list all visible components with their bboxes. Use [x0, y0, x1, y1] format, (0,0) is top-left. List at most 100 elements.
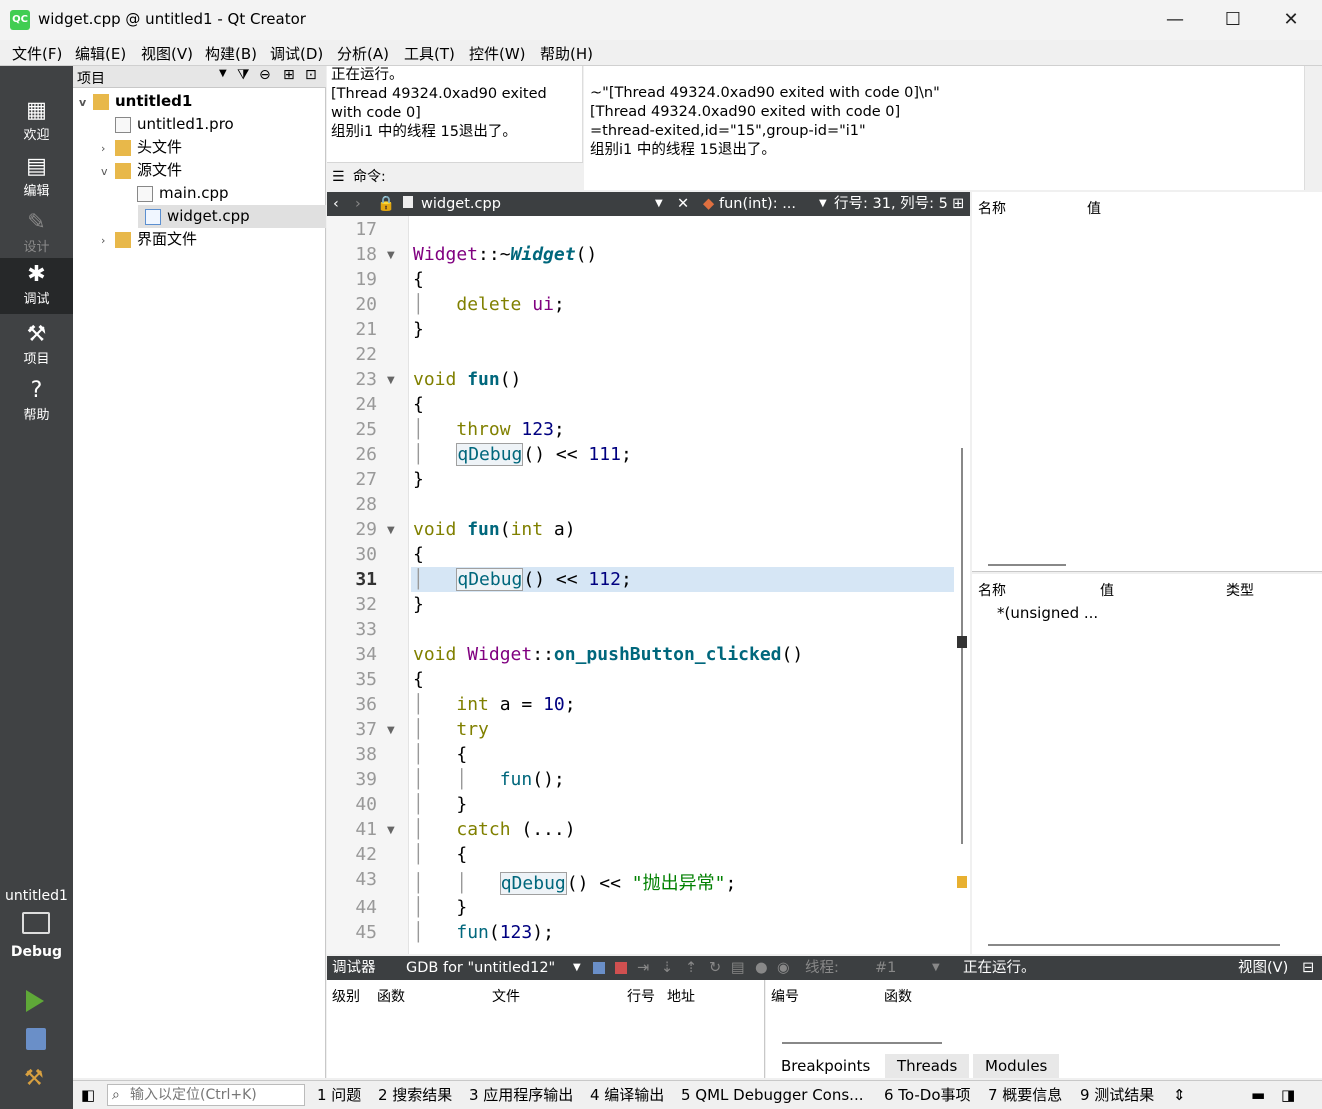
line-number[interactable]: 45 — [327, 922, 377, 943]
tab-compile-output[interactable]: 4 编译输出 — [590, 1081, 664, 1109]
menu-debug[interactable]: 调试(D) — [266, 43, 327, 64]
projects-view-selector[interactable]: 项目 — [77, 68, 105, 88]
line-number[interactable]: 42 — [327, 844, 377, 865]
tab-test-results[interactable]: 9 测试结果 — [1080, 1081, 1154, 1109]
chevron-down-icon[interactable]: v — [79, 91, 93, 114]
col-function[interactable]: 函数 — [377, 986, 405, 1006]
line-number[interactable]: 19 — [327, 269, 377, 290]
run-icon[interactable] — [26, 990, 44, 1012]
mode-design[interactable]: ✎ 设计 — [0, 206, 73, 262]
line-number[interactable]: 21 — [327, 319, 377, 340]
step-over-icon[interactable]: ⇥ — [637, 956, 649, 980]
menu-view[interactable]: 视图(V) — [137, 43, 197, 64]
col-name[interactable]: 名称 — [978, 198, 1006, 218]
symbol-selector[interactable]: fun(int): ... — [719, 192, 796, 216]
line-number[interactable]: 30 — [327, 544, 377, 565]
line-number[interactable]: 34 — [327, 644, 377, 665]
line-number[interactable]: 43 — [327, 869, 377, 890]
fold-marker-icon[interactable]: ▼ — [387, 250, 395, 261]
stop-icon[interactable] — [615, 962, 627, 974]
close-pane-icon[interactable]: ⊡ — [305, 67, 317, 83]
command-input[interactable] — [403, 167, 579, 187]
chevron-right-icon[interactable]: › — [101, 137, 115, 160]
menu-tools[interactable]: 工具(T) — [400, 43, 459, 64]
locator-input[interactable]: ⌕ 输入以定位(Ctrl+K) — [107, 1084, 305, 1106]
line-number[interactable]: 25 — [327, 419, 377, 440]
tab-search-results[interactable]: 2 搜索结果 — [378, 1081, 452, 1109]
snapshot-icon[interactable]: ◉ — [777, 956, 790, 980]
tab-general-messages[interactable]: 7 概要信息 — [988, 1081, 1062, 1109]
col-address[interactable]: 地址 — [667, 986, 695, 1006]
line-number[interactable]: 36 — [327, 694, 377, 715]
mode-edit[interactable]: ▤ 编辑 — [0, 150, 73, 206]
line-number[interactable]: 20 — [327, 294, 377, 315]
chevron-down-icon[interactable]: ▼ — [932, 956, 940, 980]
col-line[interactable]: 行号 — [627, 986, 655, 1006]
thread-selector[interactable]: #1 — [875, 956, 896, 980]
split-icon[interactable]: ⊞ — [952, 192, 964, 216]
fold-marker-icon[interactable]: ▼ — [387, 725, 395, 736]
line-number[interactable]: 28 — [327, 494, 377, 515]
tab-breakpoints[interactable]: Breakpoints — [769, 1054, 883, 1078]
tab-threads[interactable]: Threads — [885, 1054, 970, 1078]
line-number[interactable]: 38 — [327, 744, 377, 765]
horizontal-scrollbar[interactable] — [782, 1042, 942, 1044]
step-into-icon[interactable]: ⇣ — [661, 956, 673, 980]
engine-selector[interactable]: GDB for "untitled12" — [406, 956, 555, 980]
horizontal-scrollbar[interactable] — [988, 564, 1066, 566]
cursor-position[interactable]: 行号: 31, 列号: 5 — [834, 192, 948, 216]
chevron-down-icon[interactable]: ▼ — [655, 192, 663, 216]
col-value[interactable]: 值 — [1100, 580, 1114, 600]
menu-edit[interactable]: 编辑(E) — [71, 43, 130, 64]
menu-analyze[interactable]: 分析(A) — [333, 43, 393, 64]
menu-build[interactable]: 构建(B) — [201, 43, 261, 64]
maximize-button[interactable]: ☐ — [1204, 0, 1262, 40]
close-button[interactable]: ✕ — [1262, 0, 1320, 40]
chevron-down-icon[interactable]: ▼ — [573, 956, 581, 980]
line-number[interactable]: 40 — [327, 794, 377, 815]
restart-icon[interactable]: ↻ — [709, 956, 721, 980]
debug-run-icon[interactable] — [26, 1028, 46, 1050]
tree-item-sources[interactable]: v 源文件 — [101, 159, 182, 182]
col-type[interactable]: 类型 — [1226, 580, 1254, 600]
mode-welcome[interactable]: ▦ 欢迎 — [0, 94, 73, 150]
col-name[interactable]: 名称 — [978, 580, 1006, 600]
tree-item-forms[interactable]: › 界面文件 — [101, 228, 197, 251]
expression-row[interactable]: *(unsigned ... — [997, 604, 1098, 622]
filter-icon[interactable]: ⧩ — [237, 67, 250, 83]
mode-projects[interactable]: ⚒ 项目 — [0, 318, 73, 374]
chevron-down-icon[interactable]: ▼ — [819, 192, 827, 216]
line-number[interactable]: 18 — [327, 244, 377, 265]
tab-modules[interactable]: Modules — [973, 1054, 1060, 1078]
menu-controls[interactable]: 控件(W) — [465, 43, 530, 64]
line-number[interactable]: 29 — [327, 519, 377, 540]
line-number[interactable]: 33 — [327, 619, 377, 640]
close-document-icon[interactable]: ✕ — [677, 192, 689, 216]
tree-item-pro-file[interactable]: untitled1.pro — [101, 113, 234, 136]
mode-debug[interactable]: ✱ 调试 — [0, 258, 73, 314]
breakpoints-view[interactable]: 编号 函数 Breakpoints Threads Modules — [766, 980, 1322, 1078]
stack-view[interactable]: 级别 函数 文件 行号 地址 — [327, 980, 765, 1078]
col-number[interactable]: 编号 — [771, 986, 799, 1006]
line-number[interactable]: 22 — [327, 344, 377, 365]
line-number[interactable]: 23 — [327, 369, 377, 390]
line-number[interactable]: 41 — [327, 819, 377, 840]
link-icon[interactable]: ⊖ — [259, 67, 271, 83]
views-menu[interactable]: 视图(V) — [1238, 956, 1288, 980]
tab-todo[interactable]: 6 To-Do事项 — [884, 1081, 971, 1109]
mode-help[interactable]: ? 帮助 — [0, 374, 73, 430]
code-editor[interactable]: 17 18 ▼ 19 20 21 22 23 ▼ 24 25 26 27 28 29 ▼ 30 31 32 33 34 3… — [327, 216, 970, 954]
minimize-button[interactable]: — — [1146, 0, 1204, 40]
col-level[interactable]: 级别 — [332, 986, 360, 1006]
menu-help[interactable]: 帮助(H) — [536, 43, 597, 64]
line-number[interactable]: 39 — [327, 769, 377, 790]
more-tabs-icon[interactable]: ⇕ — [1173, 1081, 1186, 1109]
forward-icon[interactable]: › — [355, 192, 361, 216]
tab-qml-debugger-console[interactable]: 5 QML Debugger Cons... — [681, 1081, 863, 1109]
tree-item-main-cpp[interactable]: main.cpp — [123, 182, 229, 205]
tab-application-output[interactable]: 3 应用程序输出 — [469, 1081, 573, 1109]
line-number[interactable]: 35 — [327, 669, 377, 690]
locals-view[interactable] — [972, 220, 1322, 572]
line-number[interactable]: 17 — [327, 219, 377, 240]
col-file[interactable]: 文件 — [492, 986, 520, 1006]
